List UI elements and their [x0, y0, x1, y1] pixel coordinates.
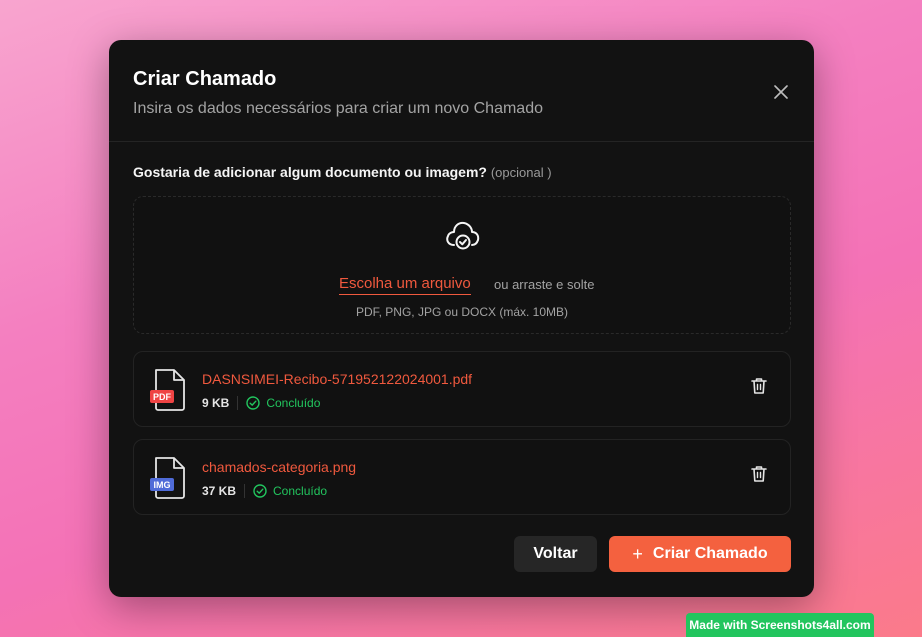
file-dropzone[interactable]: Escolha um arquivo ou arraste e solte PD… — [133, 196, 791, 334]
create-ticket-button[interactable]: + Criar Chamado — [609, 536, 791, 572]
drag-drop-hint: ou arraste e solte — [494, 277, 595, 292]
trash-icon — [751, 378, 767, 394]
background: Criar Chamado Insira os dados necessário… — [0, 0, 922, 637]
trash-icon — [751, 466, 767, 482]
choose-file-link[interactable]: Escolha um arquivo — [339, 275, 471, 295]
file-badge: IMG — [154, 480, 171, 490]
check-circle-icon — [253, 484, 267, 498]
file-size: 9 KB — [202, 396, 230, 410]
uploaded-file-item: IMG chamados-categoria.png 37 KB Concluí… — [133, 439, 791, 515]
close-icon — [774, 85, 788, 99]
file-badge: PDF — [153, 392, 172, 402]
check-circle-icon — [246, 396, 261, 410]
divider — [237, 396, 239, 410]
create-ticket-modal: Criar Chamado Insira os dados necessário… — [109, 40, 814, 597]
back-button[interactable]: Voltar — [514, 536, 597, 572]
cloud-check-icon — [446, 221, 480, 250]
file-meta: 9 KB Concluído — [202, 396, 320, 410]
upload-question: Gostaria de adicionar algum documento ou… — [133, 164, 552, 180]
divider — [244, 484, 246, 498]
delete-file-button[interactable] — [750, 464, 768, 484]
create-ticket-label: Criar Chamado — [652, 545, 768, 562]
file-name: DASNSIMEI-Recibo-571952122024001.pdf — [202, 371, 473, 387]
modal-title: Criar Chamado — [133, 68, 277, 90]
watermark-badge[interactable]: Made with Screenshots4all.com — [686, 613, 874, 637]
accepted-formats: PDF, PNG, JPG ou DOCX (máx. 10MB) — [355, 305, 569, 319]
modal-header: Criar Chamado Insira os dados necessário… — [109, 40, 814, 142]
upload-status-text: Concluído — [266, 396, 321, 410]
uploaded-file-item: PDF DASNSIMEI-Recibo-571952122024001.pdf… — [133, 351, 791, 427]
optional-label: (opcional ) — [490, 165, 552, 180]
delete-file-button[interactable] — [750, 376, 768, 396]
upload-question-text: Gostaria de adicionar algum documento ou… — [133, 164, 487, 180]
upload-status: Concluído — [246, 396, 320, 410]
close-button[interactable] — [771, 82, 791, 102]
upload-status: Concluído — [253, 484, 327, 498]
image-file-icon: IMG — [150, 457, 185, 499]
upload-status-text: Concluído — [273, 484, 328, 498]
file-meta: 37 KB Concluído — [202, 484, 327, 498]
plus-icon: + — [632, 543, 643, 564]
pdf-file-icon: PDF — [150, 369, 185, 411]
file-size: 37 KB — [202, 484, 237, 498]
file-name: chamados-categoria.png — [202, 459, 357, 475]
modal-subtitle: Insira os dados necessários para criar u… — [133, 100, 543, 117]
